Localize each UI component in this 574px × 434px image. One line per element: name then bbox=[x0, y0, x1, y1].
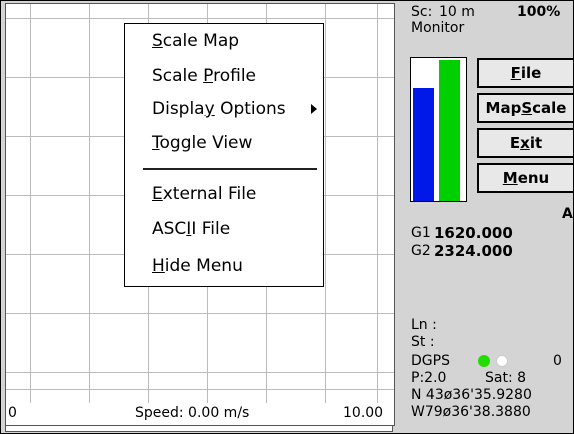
grid-line bbox=[6, 372, 394, 373]
pdop-label: P:2.0 bbox=[411, 370, 447, 386]
dgps-count: 0 bbox=[553, 353, 562, 369]
speed-min: 0 bbox=[8, 405, 17, 421]
g1-label: G1 bbox=[411, 225, 431, 241]
scale-value: 10 m bbox=[439, 4, 475, 20]
mode-label: Monitor bbox=[411, 20, 465, 36]
sat-label: Sat: 8 bbox=[485, 370, 527, 386]
corner-letter: A bbox=[562, 206, 573, 222]
menu-item-scale-profile[interactable]: Scale Profile bbox=[152, 65, 256, 87]
menu-item-display-options[interactable]: Display Options bbox=[152, 98, 286, 120]
menu-item-external-file[interactable]: External File bbox=[152, 183, 256, 205]
dgps-white-led-icon bbox=[496, 355, 508, 367]
dgps-green-led-icon bbox=[478, 355, 490, 367]
signal-bar-2 bbox=[439, 60, 460, 201]
scale-label: Sc: bbox=[411, 4, 433, 20]
speed-max: 10.00 bbox=[343, 405, 384, 421]
grid-line bbox=[89, 4, 90, 404]
grid-line bbox=[6, 313, 394, 314]
g1-value: 1620.000 bbox=[434, 224, 513, 242]
st-label: St : bbox=[411, 334, 435, 350]
horizontal-scrollbar[interactable] bbox=[5, 425, 393, 432]
context-menu: Scale Map Scale Profile Display Options … bbox=[124, 23, 324, 287]
grid-line bbox=[377, 4, 378, 404]
ln-label: Ln : bbox=[411, 317, 437, 333]
app-window: Scale Map Scale Profile Display Options … bbox=[0, 0, 574, 434]
latitude: N 43ø36'35.9280 bbox=[411, 387, 532, 403]
menu-item-hide-menu[interactable]: Hide Menu bbox=[152, 255, 243, 277]
file-button[interactable]: File bbox=[477, 58, 573, 88]
menu-item-toggle-view[interactable]: Toggle View bbox=[152, 132, 252, 154]
g2-value: 2324.000 bbox=[434, 242, 513, 260]
menu-item-scale-map[interactable]: Scale Map bbox=[152, 30, 239, 52]
zoom-level: 100% bbox=[517, 4, 561, 20]
signal-bars bbox=[410, 57, 467, 202]
menu-item-ascii-file[interactable]: ASCII File bbox=[152, 218, 230, 240]
menu-separator bbox=[143, 168, 317, 170]
signal-bar-1 bbox=[413, 88, 434, 201]
exit-button[interactable]: Exit bbox=[477, 128, 573, 158]
dgps-label: DGPS bbox=[411, 353, 450, 369]
grid-line bbox=[325, 4, 326, 404]
grid-line bbox=[6, 18, 394, 19]
speed-bar: 0 Speed: 0.00 m/s 10.00 bbox=[5, 403, 395, 426]
grid-line bbox=[30, 4, 31, 404]
submenu-arrow-icon bbox=[311, 104, 317, 114]
menu-button[interactable]: Menu bbox=[477, 163, 573, 193]
g2-label: G2 bbox=[411, 243, 431, 259]
grid-line bbox=[6, 389, 394, 390]
speed-readout: Speed: 0.00 m/s bbox=[135, 405, 250, 421]
mapscale-button[interactable]: MapScale bbox=[477, 93, 573, 123]
longitude: W79ø36'38.3880 bbox=[411, 404, 531, 420]
